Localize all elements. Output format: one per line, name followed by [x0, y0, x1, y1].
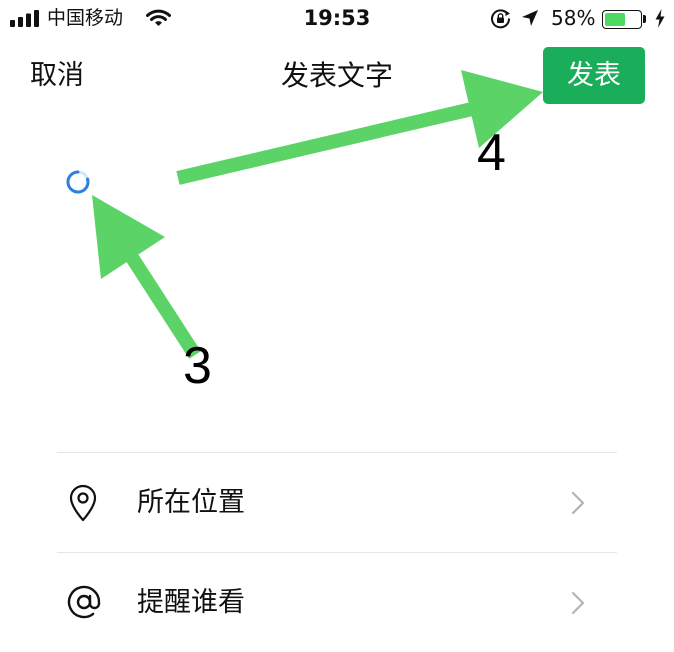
annotation-label-4: 4 — [477, 124, 506, 182]
option-mention[interactable]: 提醒谁看 — [57, 553, 617, 652]
battery-percentage: 58% — [551, 6, 596, 30]
publish-button[interactable]: 发表 — [543, 47, 645, 104]
option-location[interactable]: 所在位置 — [57, 453, 617, 552]
status-bar: 中国移动 19:53 58% — [0, 0, 674, 38]
chevron-right-icon — [571, 491, 585, 515]
battery-level-fill — [605, 13, 625, 26]
charging-bolt-icon — [655, 9, 665, 28]
chevron-right-icon — [571, 591, 585, 615]
at-sign-icon — [67, 585, 101, 619]
post-text-screen: 中国移动 19:53 58% 取消 发表文字 发表 所在位置 提醒谁看 3 4 — [0, 0, 674, 652]
option-label: 所在位置 — [137, 487, 245, 518]
annotation-label-3: 3 — [183, 337, 212, 395]
loading-spinner-icon — [66, 170, 90, 194]
location-pin-icon — [69, 484, 97, 522]
text-input-area[interactable] — [30, 120, 644, 440]
rotation-lock-icon — [491, 9, 511, 29]
battery-cap — [643, 15, 646, 23]
battery-icon — [602, 10, 642, 29]
option-label: 提醒谁看 — [137, 587, 245, 618]
location-arrow-icon — [522, 10, 538, 26]
